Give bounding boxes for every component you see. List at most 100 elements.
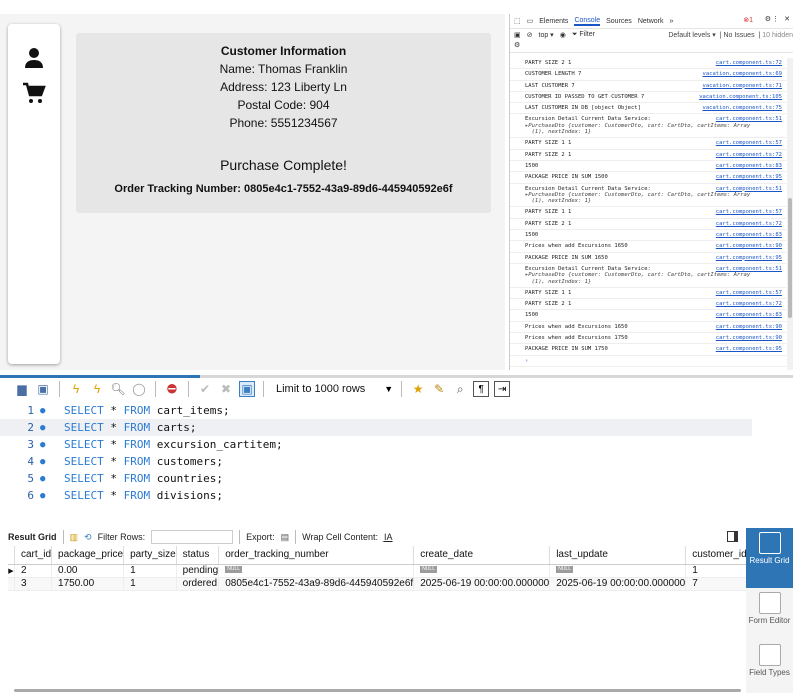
explain-icon[interactable]: 🔍︎ bbox=[110, 381, 126, 397]
table-cell[interactable]: NULL bbox=[549, 564, 687, 578]
scrollbar-thumb[interactable] bbox=[788, 198, 792, 318]
toggle-panel-icon[interactable] bbox=[727, 531, 738, 542]
editor-line[interactable]: 2 ● SELECT * FROM carts; bbox=[0, 419, 752, 436]
console-source-link[interactable]: cart.component.ts:51 bbox=[716, 186, 782, 192]
editor-line[interactable]: 3 ● SELECT * FROM excursion_cartitem; bbox=[0, 436, 793, 453]
person-icon[interactable] bbox=[22, 46, 46, 70]
console-source-link[interactable]: vacation.component.ts:71 bbox=[703, 83, 782, 89]
table-cell[interactable]: 0805e4c1-7552-43a9-89d6-445940592e6f bbox=[218, 577, 415, 591]
table-cell[interactable]: 1 bbox=[123, 577, 177, 591]
console-object-preview[interactable]: ▸PurchaseDto {customer: CustomerDto, car… bbox=[525, 123, 782, 136]
column-header[interactable]: status bbox=[176, 546, 220, 565]
console-object-preview[interactable]: ▸PurchaseDto {customer: CustomerDto, car… bbox=[525, 272, 782, 285]
bookmark-star-icon[interactable]: ★ bbox=[410, 381, 426, 397]
table-cell[interactable]: 2025-06-19 00:00:00.000000 bbox=[413, 577, 551, 591]
filter-rows-input[interactable] bbox=[151, 530, 234, 544]
console-object-preview[interactable]: ▸PurchaseDto {customer: CustomerDto, car… bbox=[525, 192, 782, 205]
table-cell[interactable]: 0.00 bbox=[51, 564, 125, 578]
find-icon[interactable]: ⌕ bbox=[452, 381, 468, 397]
console-source-link[interactable]: cart.component.ts:72 bbox=[716, 152, 782, 158]
console-source-link[interactable]: cart.component.ts:57 bbox=[716, 290, 782, 296]
autocommit-icon[interactable]: ▣ bbox=[239, 381, 255, 397]
console-source-link[interactable]: vacation.component.ts:69 bbox=[703, 71, 782, 77]
tab-network[interactable]: Network bbox=[638, 18, 664, 25]
console-prompt[interactable]: › bbox=[510, 356, 786, 367]
table-cell[interactable]: 2025-06-19 00:00:00.000000 bbox=[549, 577, 687, 591]
close-icon[interactable]: ✕ bbox=[784, 15, 790, 23]
open-folder-icon[interactable]: ▆ bbox=[14, 381, 30, 397]
editor-line[interactable]: 1 ● SELECT * FROM cart_items; bbox=[0, 402, 793, 419]
console-source-link[interactable]: cart.component.ts:83 bbox=[716, 163, 782, 169]
table-cell[interactable]: NULL bbox=[218, 564, 415, 578]
wrap-cell-icon[interactable]: I̲A bbox=[384, 532, 393, 542]
table-cell[interactable]: ordered bbox=[176, 577, 220, 591]
table-cell[interactable]: 2 bbox=[14, 564, 53, 578]
more-tabs-icon[interactable]: » bbox=[670, 18, 674, 25]
console-source-link[interactable]: cart.component.ts:95 bbox=[716, 255, 782, 261]
tab-elements[interactable]: Elements bbox=[539, 18, 568, 25]
device-toggle-icon[interactable]: ▭ bbox=[527, 17, 534, 25]
export-icon[interactable]: ▤ bbox=[281, 532, 290, 543]
console-source-link[interactable]: cart.component.ts:72 bbox=[716, 301, 782, 307]
clear-console-icon[interactable]: ⊘ bbox=[527, 31, 533, 39]
commit-icon[interactable]: ✔ bbox=[197, 381, 213, 397]
field-types-button[interactable]: Field Types bbox=[746, 640, 793, 677]
levels-select[interactable]: Default levels ▾ bbox=[668, 32, 715, 39]
tab-console[interactable]: Console bbox=[574, 17, 601, 26]
result-grid-label[interactable]: Result Grid bbox=[8, 532, 57, 542]
rollback-icon[interactable]: ✖ bbox=[218, 381, 234, 397]
console-source-link[interactable]: cart.component.ts:90 bbox=[716, 335, 782, 341]
toggle-error-icon[interactable]: ⛔︎ bbox=[164, 381, 180, 397]
result-grid-side-button[interactable]: Result Grid bbox=[746, 528, 793, 588]
column-header[interactable]: order_tracking_number bbox=[218, 546, 415, 565]
table-cell[interactable]: 1 bbox=[685, 564, 748, 578]
table-cell[interactable]: pending bbox=[176, 564, 220, 578]
column-header[interactable]: cart_id bbox=[14, 546, 53, 565]
invisible-chars-icon[interactable]: ¶ bbox=[473, 381, 490, 397]
table-cell[interactable]: 7 bbox=[685, 577, 748, 591]
console-source-link[interactable]: cart.component.ts:51 bbox=[716, 266, 782, 272]
console-settings-icon[interactable]: ⚙ bbox=[514, 42, 520, 49]
eye-icon[interactable]: ◉ bbox=[560, 31, 566, 39]
error-count-badge[interactable]: ⊗1 bbox=[743, 16, 753, 24]
wrap-lines-icon[interactable]: ⇥ bbox=[494, 381, 511, 397]
console-scrollbar[interactable] bbox=[787, 58, 793, 370]
column-header[interactable]: package_price bbox=[51, 546, 125, 565]
console-source-link[interactable]: cart.component.ts:51 bbox=[716, 116, 782, 122]
horizontal-scrollbar[interactable] bbox=[14, 689, 741, 692]
editor-line[interactable]: 6 ● SELECT * FROM divisions; bbox=[0, 487, 793, 504]
console-source-link[interactable]: cart.component.ts:83 bbox=[716, 232, 782, 238]
cart-icon[interactable] bbox=[22, 81, 46, 105]
console-source-link[interactable]: cart.component.ts:72 bbox=[716, 221, 782, 227]
issues-link[interactable]: No Issues bbox=[723, 32, 754, 39]
table-row[interactable]: ▶ 2 0.00 1 pending NULL NULL NULL 1 bbox=[8, 564, 748, 578]
refresh-icon[interactable]: ⟲ bbox=[84, 532, 92, 543]
console-source-link[interactable]: vacation.component.ts:75 bbox=[703, 105, 782, 111]
context-select[interactable]: top ▾ bbox=[539, 31, 554, 39]
console-source-link[interactable]: cart.component.ts:72 bbox=[716, 60, 782, 66]
table-cell[interactable]: 3 bbox=[14, 577, 53, 591]
grid-view-icon[interactable]: ▥ bbox=[70, 532, 79, 543]
result-grid-table[interactable]: cart_id package_price party_size status orde… bbox=[8, 546, 748, 681]
inspect-icon[interactable]: ⬚ bbox=[514, 17, 521, 25]
editor-line[interactable]: 4 ● SELECT * FROM customers; bbox=[0, 453, 793, 470]
column-header[interactable]: party_size bbox=[123, 546, 177, 565]
table-cell[interactable]: 1750.00 bbox=[51, 577, 125, 591]
editor-line[interactable]: 5 ● SELECT * FROM countries; bbox=[0, 470, 793, 487]
table-cell[interactable]: NULL bbox=[413, 564, 551, 578]
console-source-link[interactable]: cart.component.ts:95 bbox=[716, 174, 782, 180]
console-source-link[interactable]: cart.component.ts:57 bbox=[716, 209, 782, 215]
column-header[interactable]: customer_id bbox=[685, 546, 748, 565]
chevron-down-icon[interactable]: ▼ bbox=[384, 384, 393, 394]
kebab-menu-icon[interactable]: ⋮ bbox=[772, 15, 779, 23]
column-header[interactable]: last_update bbox=[549, 546, 687, 565]
column-header[interactable]: create_date bbox=[413, 546, 551, 565]
filter-input[interactable]: ⏷ Filter bbox=[572, 31, 595, 39]
execute-icon[interactable]: ϟ bbox=[68, 381, 84, 397]
execute-current-icon[interactable]: ϟ bbox=[89, 381, 105, 397]
sql-editor[interactable]: 1 ● SELECT * FROM cart_items; 2 ● SELECT * FR… bbox=[0, 402, 793, 514]
console-source-link[interactable]: vacation.component.ts:105 bbox=[699, 94, 782, 100]
limit-rows-select[interactable]: Limit to 1000 rows bbox=[276, 383, 365, 395]
console-source-link[interactable]: cart.component.ts:83 bbox=[716, 312, 782, 318]
stop-icon[interactable]: ◯ bbox=[131, 381, 147, 397]
